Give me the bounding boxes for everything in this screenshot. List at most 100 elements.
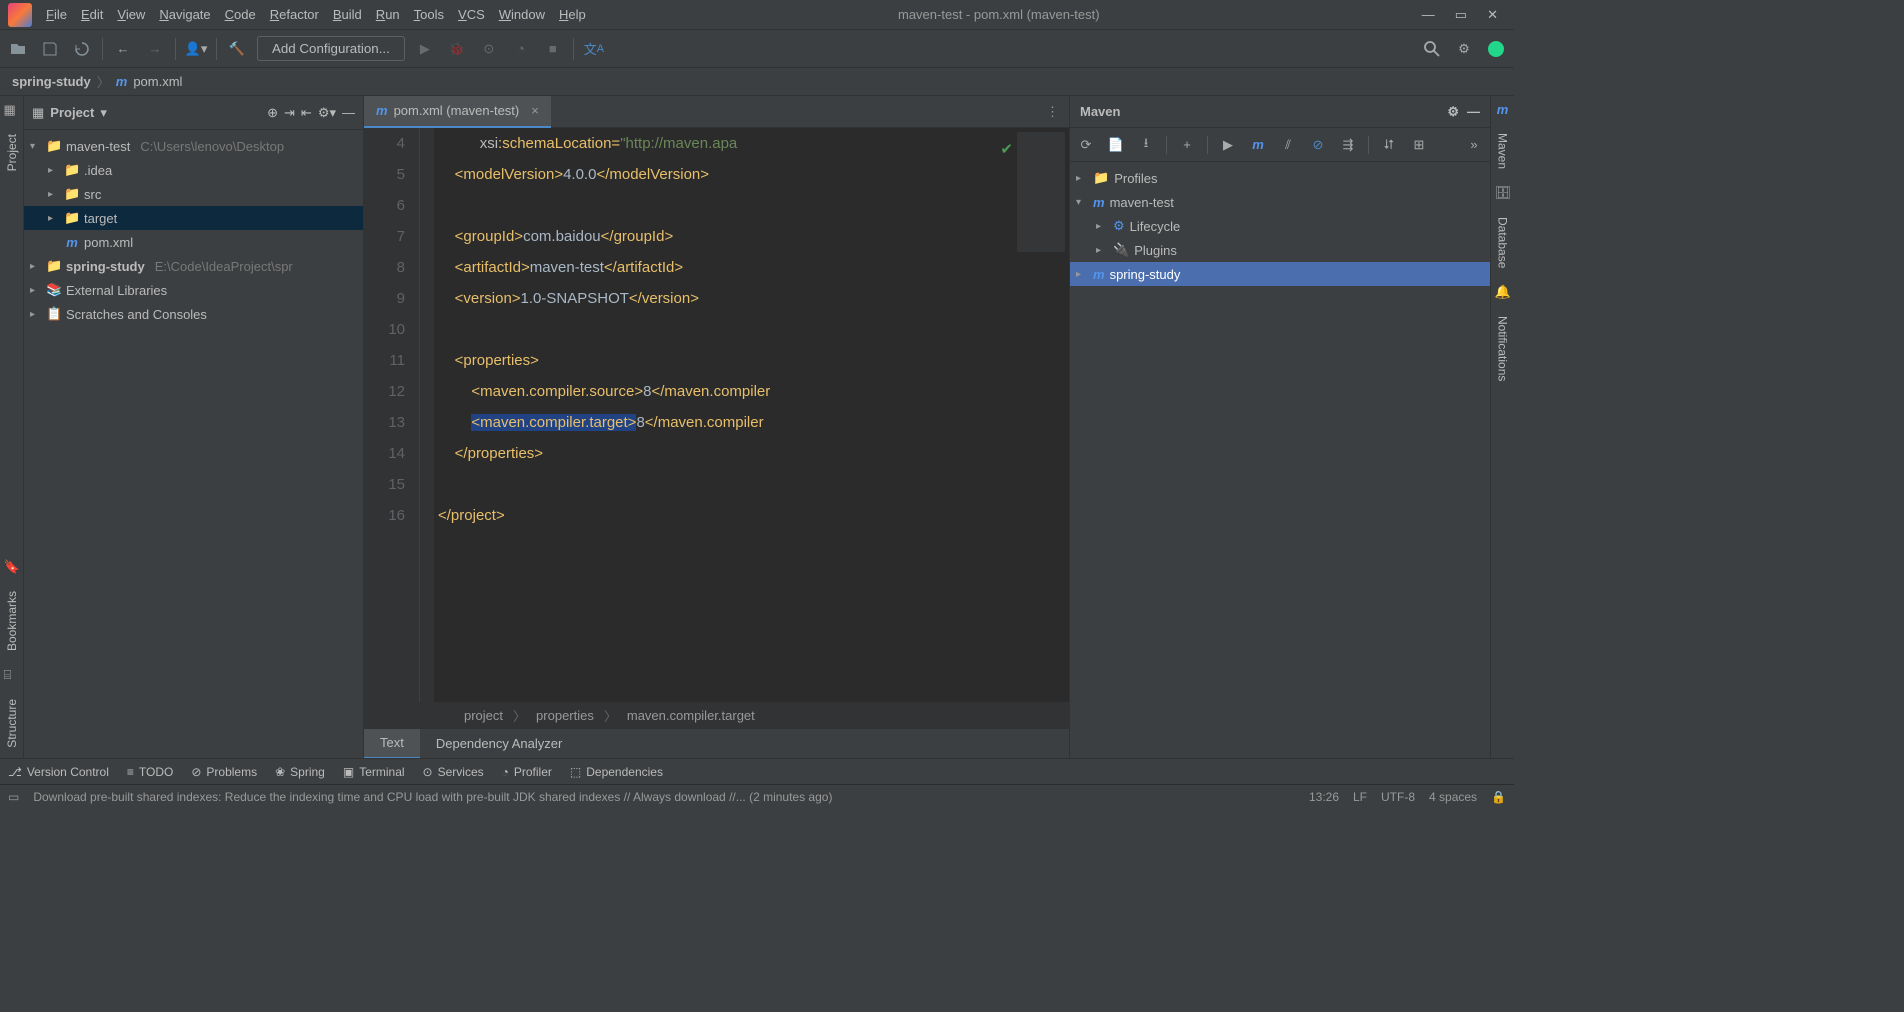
- tree-node-src[interactable]: ▸📁src: [24, 182, 363, 206]
- generate-sources-icon[interactable]: 📄: [1106, 137, 1126, 153]
- menu-tools[interactable]: Tools: [408, 3, 450, 26]
- download-icon[interactable]: ⭳: [1136, 134, 1156, 156]
- bookmarks-tool-label[interactable]: Bookmarks: [5, 587, 19, 655]
- add-configuration-button[interactable]: Add Configuration...: [257, 36, 405, 61]
- stop-icon[interactable]: ■: [541, 37, 565, 61]
- toolwin-profiler[interactable]: ◔Profiler: [502, 765, 552, 779]
- maximize-button[interactable]: ▭: [1455, 7, 1467, 23]
- menu-vcs[interactable]: VCS: [452, 3, 491, 26]
- more-icon[interactable]: »: [1464, 137, 1484, 152]
- toolwin-version-control[interactable]: ⎇Version Control: [8, 765, 109, 779]
- hide-panel-icon[interactable]: —: [342, 105, 355, 120]
- notifications-tool-label[interactable]: Notifications: [1496, 312, 1510, 385]
- fold-column[interactable]: [420, 128, 434, 702]
- expand-icon[interactable]: ⇥: [284, 105, 295, 121]
- collapse-icon[interactable]: ⇤: [301, 105, 312, 121]
- structure-tool-label[interactable]: Structure: [5, 695, 19, 752]
- run-maven-icon[interactable]: ▶: [1218, 137, 1238, 153]
- search-icon[interactable]: [1420, 37, 1444, 61]
- tab-more-icon[interactable]: ⋮: [1036, 104, 1069, 120]
- close-tab-icon[interactable]: ×: [531, 103, 539, 118]
- show-graph-icon[interactable]: ⊞: [1409, 137, 1429, 153]
- database-tool-label[interactable]: Database: [1496, 213, 1510, 272]
- maven-tool-icon[interactable]: m: [1497, 102, 1509, 117]
- sync-icon[interactable]: [70, 37, 94, 61]
- menu-code[interactable]: Code: [219, 3, 262, 26]
- breadcrumb-project[interactable]: project: [464, 708, 503, 723]
- structure-tool-icon[interactable]: ⌸: [4, 667, 20, 683]
- collapse-all-icon[interactable]: ⮃: [1379, 137, 1399, 153]
- dropdown-icon[interactable]: ▾: [100, 105, 107, 121]
- minimap[interactable]: [1017, 132, 1065, 252]
- menu-file[interactable]: File: [40, 3, 73, 26]
- breadcrumb-root[interactable]: spring-study: [12, 74, 91, 89]
- toggle-offline-icon[interactable]: ⫽: [1278, 137, 1298, 153]
- maven-tree[interactable]: ▸📁Profiles▾mmaven-test▸⚙Lifecycle▸🔌Plugi…: [1070, 162, 1490, 758]
- breadcrumb-file[interactable]: pom.xml: [133, 74, 182, 89]
- settings-icon[interactable]: ⚙: [1452, 37, 1476, 61]
- hide-maven-icon[interactable]: —: [1467, 104, 1480, 119]
- breadcrumb-properties[interactable]: properties: [536, 708, 594, 723]
- reload-icon[interactable]: ⟳: [1076, 137, 1096, 153]
- debug-icon[interactable]: 🐞: [445, 37, 469, 61]
- menu-window[interactable]: Window: [493, 3, 551, 26]
- locate-icon[interactable]: ⊕: [267, 105, 278, 121]
- maven-node-plugins[interactable]: ▸🔌Plugins: [1070, 238, 1490, 262]
- tree-node-target[interactable]: ▸📁target: [24, 206, 363, 230]
- toolwin-todo[interactable]: ≡TODO: [127, 765, 173, 779]
- run-icon[interactable]: ▶: [413, 37, 437, 61]
- menu-build[interactable]: Build: [327, 3, 368, 26]
- bookmarks-tool-icon[interactable]: 🔖: [4, 559, 20, 575]
- jetbrains-icon[interactable]: [1484, 37, 1508, 61]
- maven-node-lifecycle[interactable]: ▸⚙Lifecycle: [1070, 214, 1490, 238]
- status-message[interactable]: Download pre-built shared indexes: Reduc…: [33, 790, 1295, 804]
- menu-help[interactable]: Help: [553, 3, 592, 26]
- breadcrumb-maven.compiler.target[interactable]: maven.compiler.target: [627, 708, 755, 723]
- maven-node-profiles[interactable]: ▸📁Profiles: [1070, 166, 1490, 190]
- add-project-icon[interactable]: +: [1177, 137, 1197, 152]
- menu-edit[interactable]: Edit: [75, 3, 109, 26]
- menu-refactor[interactable]: Refactor: [264, 3, 325, 26]
- forward-icon[interactable]: →: [143, 37, 167, 61]
- back-icon[interactable]: ←: [111, 37, 135, 61]
- notifications-tool-icon[interactable]: 🔔: [1495, 284, 1511, 300]
- open-icon[interactable]: [6, 37, 30, 61]
- toolwin-spring[interactable]: ❀Spring: [275, 765, 325, 779]
- avatar-icon[interactable]: 👤▾: [184, 37, 208, 61]
- toolwin-services[interactable]: ⊙Services: [423, 765, 484, 779]
- status-encoding[interactable]: UTF-8: [1381, 790, 1415, 804]
- translate-icon[interactable]: 文A: [582, 37, 606, 61]
- minimize-button[interactable]: —: [1422, 7, 1435, 23]
- status-icon[interactable]: ▭: [8, 790, 19, 804]
- save-icon[interactable]: [38, 37, 62, 61]
- tree-node-external-libraries[interactable]: ▸📚External Libraries: [24, 278, 363, 302]
- menu-navigate[interactable]: Navigate: [153, 3, 216, 26]
- close-button[interactable]: ✕: [1487, 7, 1498, 23]
- project-tool-label[interactable]: Project: [5, 130, 19, 175]
- toolwin-dependencies[interactable]: ⬚Dependencies: [570, 765, 663, 779]
- tree-node-maven-test[interactable]: ▾📁maven-testC:\Users\lenovo\Desktop: [24, 134, 363, 158]
- maven-settings-icon[interactable]: ⚙: [1447, 104, 1459, 120]
- toolwin-terminal[interactable]: ▣Terminal: [343, 765, 405, 779]
- code-area[interactable]: 45678910111213141516 xsi:schemaLocation=…: [364, 128, 1069, 702]
- show-deps-icon[interactable]: ⇶: [1338, 137, 1358, 153]
- panel-settings-icon[interactable]: ⚙▾: [318, 105, 336, 121]
- hammer-icon[interactable]: 🔨: [225, 37, 249, 61]
- toggle-skip-tests-icon[interactable]: ⊘: [1308, 137, 1328, 153]
- editor-tab[interactable]: m pom.xml (maven-test) ×: [364, 96, 551, 128]
- project-tree[interactable]: ▾📁maven-testC:\Users\lenovo\Desktop▸📁.id…: [24, 130, 363, 758]
- menu-run[interactable]: Run: [370, 3, 406, 26]
- status-indent[interactable]: 4 spaces: [1429, 790, 1477, 804]
- maven-node-spring-study[interactable]: ▸mspring-study: [1070, 262, 1490, 286]
- subtab-text[interactable]: Text: [364, 729, 420, 759]
- tree-node-scratches-and-consoles[interactable]: ▸📋Scratches and Consoles: [24, 302, 363, 326]
- status-lock-icon[interactable]: 🔒: [1491, 790, 1506, 804]
- code-text[interactable]: xsi:schemaLocation="http://maven.apa <mo…: [434, 128, 1069, 702]
- profile-icon[interactable]: ◔: [509, 37, 533, 61]
- menu-view[interactable]: View: [111, 3, 151, 26]
- project-tool-icon[interactable]: ▦: [4, 102, 20, 118]
- tree-node-spring-study[interactable]: ▸📁spring-studyE:\Code\IdeaProject\spr: [24, 254, 363, 278]
- toolwin-problems[interactable]: ⊘Problems: [191, 765, 257, 779]
- subtab-dependency-analyzer[interactable]: Dependency Analyzer: [420, 729, 578, 759]
- coverage-icon[interactable]: ⊙: [477, 37, 501, 61]
